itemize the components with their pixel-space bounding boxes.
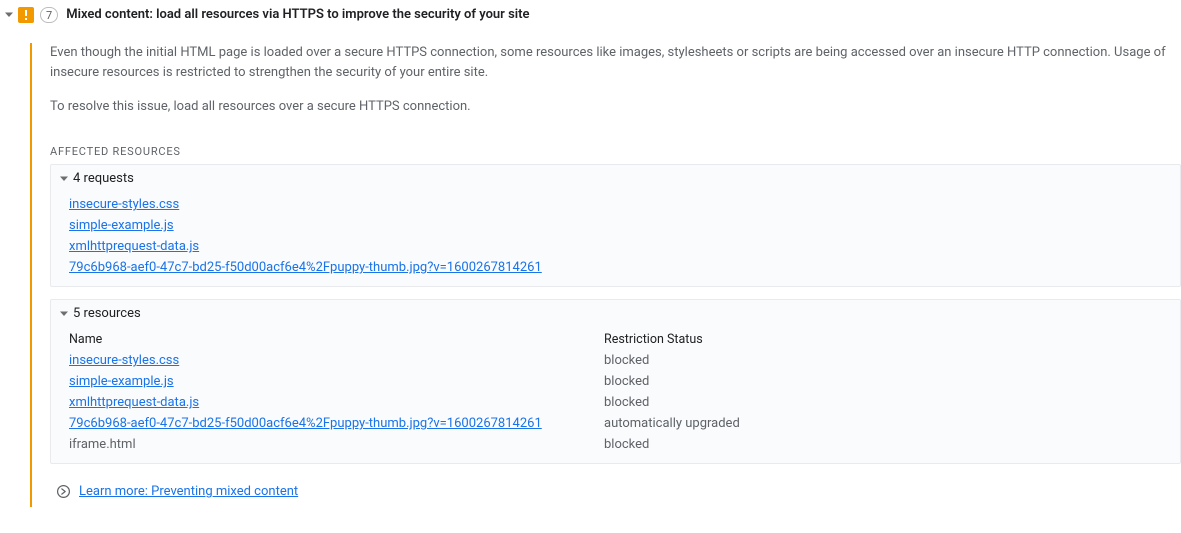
issue-description-2: To resolve this issue, load all resource… bbox=[50, 97, 1180, 117]
resource-status: automatically upgraded bbox=[604, 413, 1180, 434]
warning-icon bbox=[18, 7, 34, 23]
learn-more-link[interactable]: Learn more: Preventing mixed content bbox=[79, 484, 298, 499]
resource-status: blocked bbox=[604, 371, 1180, 392]
issue-body: Even though the initial HTML page is loa… bbox=[30, 43, 1181, 507]
table-row: simple-example.js blocked bbox=[69, 371, 1180, 392]
requests-group: 4 requests insecure-styles.css simple-ex… bbox=[50, 164, 1181, 287]
chevron-down-icon bbox=[59, 309, 69, 319]
arrow-circle-right-icon bbox=[56, 484, 71, 499]
affected-resources-label: AFFECTED RESOURCES bbox=[50, 145, 1181, 158]
resources-table: Name Restriction Status insecure-styles.… bbox=[51, 327, 1180, 463]
resource-link[interactable]: 79c6b968-aef0-47c7-bd25-f50d00acf6e4%2Fp… bbox=[69, 416, 542, 431]
requests-count-label: 4 requests bbox=[73, 171, 134, 186]
request-link[interactable]: 79c6b968-aef0-47c7-bd25-f50d00acf6e4%2Fp… bbox=[69, 260, 542, 275]
requests-group-header[interactable]: 4 requests bbox=[51, 165, 1180, 192]
issue-header-row[interactable]: 7 Mixed content: load all resources via … bbox=[0, 0, 1181, 29]
table-row: xmlhttprequest-data.js blocked bbox=[69, 392, 1180, 413]
request-link[interactable]: insecure-styles.css bbox=[69, 197, 179, 212]
table-row: iframe.html blocked bbox=[69, 434, 1180, 455]
table-row: 79c6b968-aef0-47c7-bd25-f50d00acf6e4%2Fp… bbox=[69, 413, 1180, 434]
issue-title: Mixed content: load all resources via HT… bbox=[66, 7, 529, 22]
table-header-row: Name Restriction Status bbox=[69, 329, 1180, 350]
learn-more-row[interactable]: Learn more: Preventing mixed content bbox=[56, 484, 1181, 499]
request-link[interactable]: simple-example.js bbox=[69, 218, 174, 233]
resource-name: iframe.html bbox=[69, 434, 604, 455]
issue-description-1: Even though the initial HTML page is loa… bbox=[50, 43, 1180, 83]
issue-count-badge: 7 bbox=[40, 7, 58, 23]
resource-link[interactable]: xmlhttprequest-data.js bbox=[69, 395, 199, 410]
resource-link[interactable]: simple-example.js bbox=[69, 374, 174, 389]
resource-status: blocked bbox=[604, 392, 1180, 413]
resources-count-label: 5 resources bbox=[73, 306, 141, 321]
chevron-down-icon[interactable] bbox=[4, 10, 14, 20]
request-link[interactable]: xmlhttprequest-data.js bbox=[69, 239, 199, 254]
resources-group: 5 resources Name Restriction Status inse… bbox=[50, 299, 1181, 464]
table-row: insecure-styles.css blocked bbox=[69, 350, 1180, 371]
resource-status: blocked bbox=[604, 350, 1180, 371]
column-header-name: Name bbox=[69, 329, 604, 350]
resources-group-header[interactable]: 5 resources bbox=[51, 300, 1180, 327]
resource-link[interactable]: insecure-styles.css bbox=[69, 353, 179, 368]
column-header-status: Restriction Status bbox=[604, 329, 1180, 350]
chevron-down-icon bbox=[59, 174, 69, 184]
requests-list: insecure-styles.css simple-example.js xm… bbox=[51, 192, 1180, 286]
resource-status: blocked bbox=[604, 434, 1180, 455]
